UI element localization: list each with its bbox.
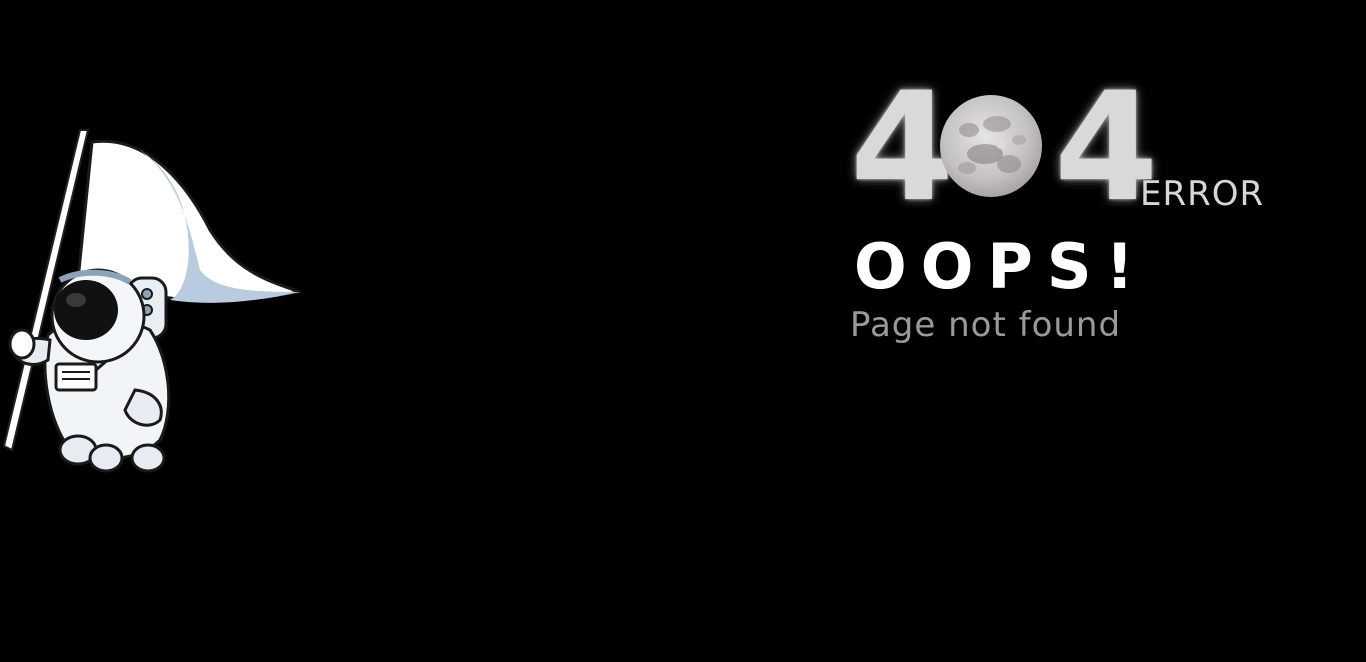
error-message: Page not found [850,305,1122,345]
moon-icon [940,95,1042,197]
error-label: ERROR [1140,174,1265,214]
error-code: 4 4 ERROR [848,73,1268,223]
error-block: 4 4 ERROR OOPS! Page not found [848,73,1288,358]
astronaut-with-flag-icon [2,129,301,473]
error-page: 4 4 ERROR OOPS! Page not found [0,0,1366,662]
headline: OOPS! [854,230,1148,303]
